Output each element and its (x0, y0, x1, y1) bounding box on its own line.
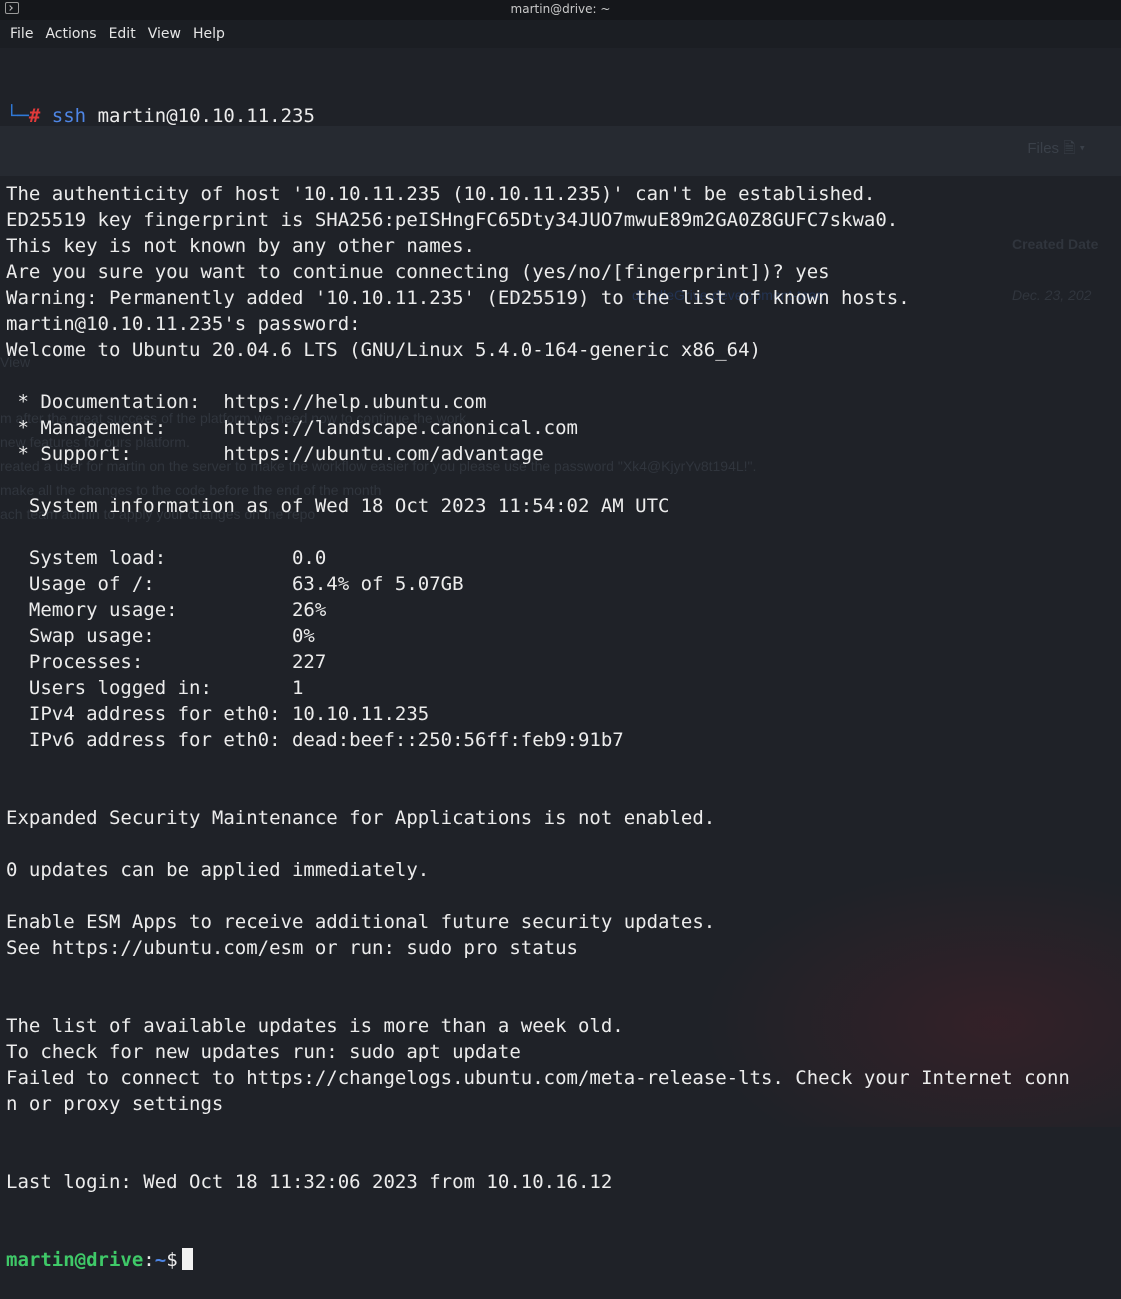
terminal-line: Enable ESM Apps to receive additional fu… (6, 911, 716, 933)
terminal-line: * Support: https://ubuntu.com/advantage (6, 443, 544, 465)
terminal-line: IPv6 address for eth0: dead:beef::250:56… (6, 729, 624, 751)
prompt-user: martin@drive (6, 1249, 144, 1271)
root-prompt-hash: # (28, 105, 41, 127)
terminal-line: martin@10.10.11.235's password: (6, 313, 373, 335)
terminal-line: The list of available updates is more th… (6, 1015, 624, 1037)
terminal-line: Are you sure you want to continue connec… (6, 261, 830, 283)
command-args: martin@10.10.11.235 (86, 105, 315, 127)
terminal-line: IPv4 address for eth0: 10.10.11.235 (6, 703, 430, 725)
terminal-line: Warning: Permanently added '10.10.11.235… (6, 287, 910, 309)
terminal-output[interactable]: └─# ssh martin@10.10.11.235 The authenti… (6, 51, 1121, 1299)
menu-help[interactable]: Help (187, 20, 231, 48)
menu-actions[interactable]: Actions (39, 20, 102, 48)
terminal-line: Expanded Security Maintenance for Applic… (6, 807, 716, 829)
prompt-symbol: $ (166, 1249, 178, 1271)
prompt-path: ~ (154, 1249, 167, 1271)
terminal-line: This key is not known by any other names… (6, 235, 475, 257)
prompt-separator: : (143, 1249, 155, 1271)
terminal-line: * Management: https://landscape.canonica… (6, 417, 578, 439)
menu-edit[interactable]: Edit (103, 20, 142, 48)
terminal-line: Users logged in: 1 (6, 677, 304, 699)
terminal-line: Swap usage: 0% (6, 625, 315, 647)
terminal-line: See https://ubuntu.com/esm or run: sudo … (6, 937, 578, 959)
shell-prompt-line[interactable]: martin@drive:~$ (6, 1247, 1121, 1273)
terminal-line: System load: 0.0 (6, 547, 327, 569)
text-cursor (181, 1248, 193, 1270)
terminal-line: ED25519 key fingerprint is SHA256:peISHn… (6, 209, 899, 231)
terminal-line: Last login: Wed Oct 18 11:32:06 2023 fro… (6, 1171, 613, 1193)
command-name: ssh (51, 105, 87, 127)
terminal-line: Usage of /: 63.4% of 5.07GB (6, 573, 464, 595)
terminal-line: System information as of Wed 18 Oct 2023… (6, 495, 670, 517)
terminal-line: Processes: 227 (6, 651, 327, 673)
terminal-line: Memory usage: 26% (6, 599, 327, 621)
terminal-line: To check for new updates run: sudo apt u… (6, 1041, 521, 1063)
prompt-corner: └─ (6, 105, 29, 127)
window-title: martin@drive: ~ (510, 2, 611, 16)
output-lines: The authenticity of host '10.10.11.235 (… (6, 181, 1121, 1195)
ssh-command-line: └─# ssh martin@10.10.11.235 (6, 103, 1121, 129)
window-titlebar[interactable]: martin@drive: ~ (0, 0, 1121, 20)
terminal-line: n or proxy settings (6, 1093, 224, 1115)
terminal-line: The authenticity of host '10.10.11.235 (… (6, 183, 876, 205)
menu-bar: File Actions Edit View Help (0, 20, 1121, 48)
terminal-line: 0 updates can be applied immediately. (6, 859, 430, 881)
menu-file[interactable]: File (4, 20, 39, 48)
terminal-line: * Documentation: https://help.ubuntu.com (6, 391, 487, 413)
menu-view[interactable]: View (142, 20, 187, 48)
terminal-line: Welcome to Ubuntu 20.04.6 LTS (GNU/Linux… (6, 339, 761, 361)
terminal-icon[interactable] (5, 2, 19, 14)
terminal-line: Failed to connect to https://changelogs.… (6, 1067, 1070, 1089)
